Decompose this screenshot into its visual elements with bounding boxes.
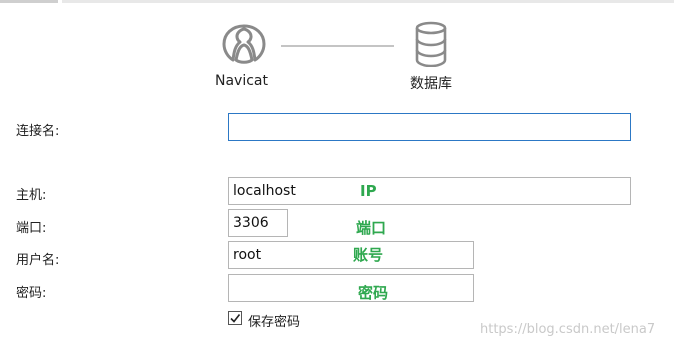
port-annotation: 端口 [356,219,387,237]
database-caption: 数据库 [410,76,452,92]
host-label: 主机: [16,188,47,203]
username-annotation: 账号 [353,246,384,264]
connection-line [281,45,394,47]
username-input[interactable] [228,241,474,269]
database-icon [414,21,448,71]
save-password-label: 保存密码 [248,315,301,330]
navicat-logo-icon [220,20,268,70]
check-icon [230,314,241,323]
host-annotation: IP [360,182,377,200]
port-label: 端口: [16,221,47,236]
password-input[interactable] [228,274,474,302]
port-input[interactable] [228,209,288,237]
navicat-caption: Navicat [215,73,268,89]
username-label: 用户名: [16,253,60,268]
connection-diagram: Navicat 数据库 [0,0,674,100]
host-input[interactable] [228,177,631,205]
connection-name-input[interactable] [228,113,631,141]
watermark: https://blog.csdn.net/lena7 [480,322,656,337]
connection-name-label: 连接名: [16,124,60,139]
password-label: 密码: [16,286,47,301]
password-annotation: 密码 [358,284,389,302]
save-password-checkbox[interactable] [228,311,242,325]
